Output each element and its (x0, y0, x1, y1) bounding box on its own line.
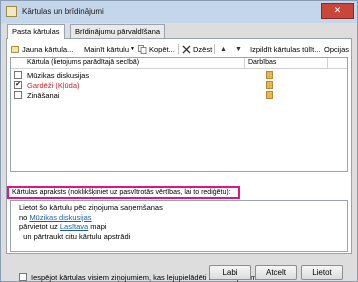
arrow-up-icon: ▲ (220, 45, 227, 53)
delete-x-icon (182, 45, 191, 53)
close-button[interactable]: ✕ (321, 3, 354, 19)
column-header-rule[interactable]: Kārtula (lietojums parādītajā secībā) (27, 59, 139, 66)
rule-name: Mūzikas diskusijas (27, 71, 90, 80)
description-line: no Mūzikas diskusijas (19, 213, 339, 223)
run-rules-now-button[interactable]: Izpildīt kārtulas tūlīt... (250, 42, 320, 56)
rules-app-icon (6, 6, 17, 17)
delete-label: Dzēst (193, 44, 213, 54)
email-rules-panel: Jauna kārtula... Mainīt kārtulu ▼ Kopēt.… (6, 38, 352, 282)
description-text: mapi (88, 222, 107, 231)
column-header-actions[interactable]: Darbības (248, 59, 276, 66)
rss-rules-checkbox[interactable] (19, 273, 27, 281)
arrow-down-icon: ▼ (235, 45, 242, 53)
run-rules-label: Izpildīt kārtulas tūlīt... (250, 44, 321, 54)
rule-enabled-checkbox[interactable] (14, 71, 22, 79)
new-rule-label: Jauna kārtula... (22, 44, 74, 54)
chevron-down-icon: ▼ (130, 46, 135, 52)
description-line: Lietot šo kārtulu pēc ziņojuma saņemšana… (19, 203, 163, 212)
rule-row[interactable]: Mūzikas diskusijas (11, 70, 347, 80)
rule-description-label: Kārtulas apraksts (noklikšķiniet uz pasv… (12, 189, 231, 196)
move-up-button[interactable]: ▲ (220, 42, 227, 56)
rule-row[interactable]: Zināšanai (11, 90, 347, 100)
copy-icon (138, 44, 147, 54)
rules-list-header: Kārtula (lietojums parādītajā secībā) Da… (11, 58, 347, 69)
from-sender-link[interactable]: Mūzikas diskusijas (29, 213, 91, 222)
rule-enabled-checkbox[interactable] (14, 91, 22, 99)
title-bar: Kārtulas un brīdinājumi ✕ (1, 1, 357, 23)
ok-button[interactable]: Labi (209, 265, 251, 280)
new-rule-icon (11, 45, 19, 53)
copy-rule-button[interactable]: Kopēt... (138, 42, 175, 56)
toolbar-separator (214, 44, 215, 54)
change-rule-label: Mainīt kārtulu (84, 44, 130, 54)
options-button[interactable]: Opcijas (324, 42, 349, 56)
column-divider (244, 58, 245, 68)
rule-description-box: Lietot šo kārtulu pēc ziņojuma saņemšana… (10, 200, 348, 252)
window-title: Kārtulas un brīdinājumi (22, 7, 104, 16)
folder-action-icon (266, 71, 273, 79)
folder-action-icon (266, 81, 273, 89)
rule-description-label-highlight: Kārtulas apraksts (noklikšķiniet uz pasv… (7, 186, 240, 199)
cancel-button[interactable]: Atcelt (255, 265, 297, 280)
rules-list: Kārtula (lietojums parādītajā secībā) Da… (10, 57, 348, 172)
tab-email-rules[interactable]: Pasta kārtulas (7, 24, 65, 39)
rule-name: Gardēži (Kļūda) (27, 81, 80, 90)
new-rule-button[interactable]: Jauna kārtula... (11, 42, 73, 56)
apply-button[interactable]: Lietot (301, 265, 343, 280)
description-line: pārvietot uz Lasītava mapi (19, 222, 339, 232)
toolbar-separator (178, 44, 179, 54)
delete-rule-button[interactable]: Dzēst (182, 42, 212, 56)
description-line: un pārtraukt citu kārtulu apstrādi (19, 231, 131, 241)
target-folder-link[interactable]: Lasītava (60, 222, 88, 231)
change-rule-button[interactable]: Mainīt kārtulu ▼ (84, 42, 135, 56)
description-text: pārvietot uz (19, 222, 60, 231)
description-text: no (19, 212, 30, 222)
rule-row[interactable]: ✔ Gardēži (Kļūda) (11, 80, 347, 90)
move-down-button[interactable]: ▼ (235, 42, 242, 56)
rule-enabled-checkbox[interactable]: ✔ (14, 81, 22, 89)
rule-name: Zināšanai (27, 91, 60, 100)
rules-toolbar: Jauna kārtula... Mainīt kārtulu ▼ Kopēt.… (7, 42, 351, 56)
tab-manage-alerts[interactable]: Brīdinājumu pārvaldīšana (70, 24, 166, 38)
options-label: Opcijas (324, 44, 350, 54)
column-divider (327, 58, 328, 68)
rules-and-alerts-dialog: Kārtulas un brīdinājumi ✕ Pasta kārtulas… (0, 0, 358, 282)
copy-label: Kopēt... (149, 44, 175, 54)
folder-action-icon (266, 91, 273, 99)
